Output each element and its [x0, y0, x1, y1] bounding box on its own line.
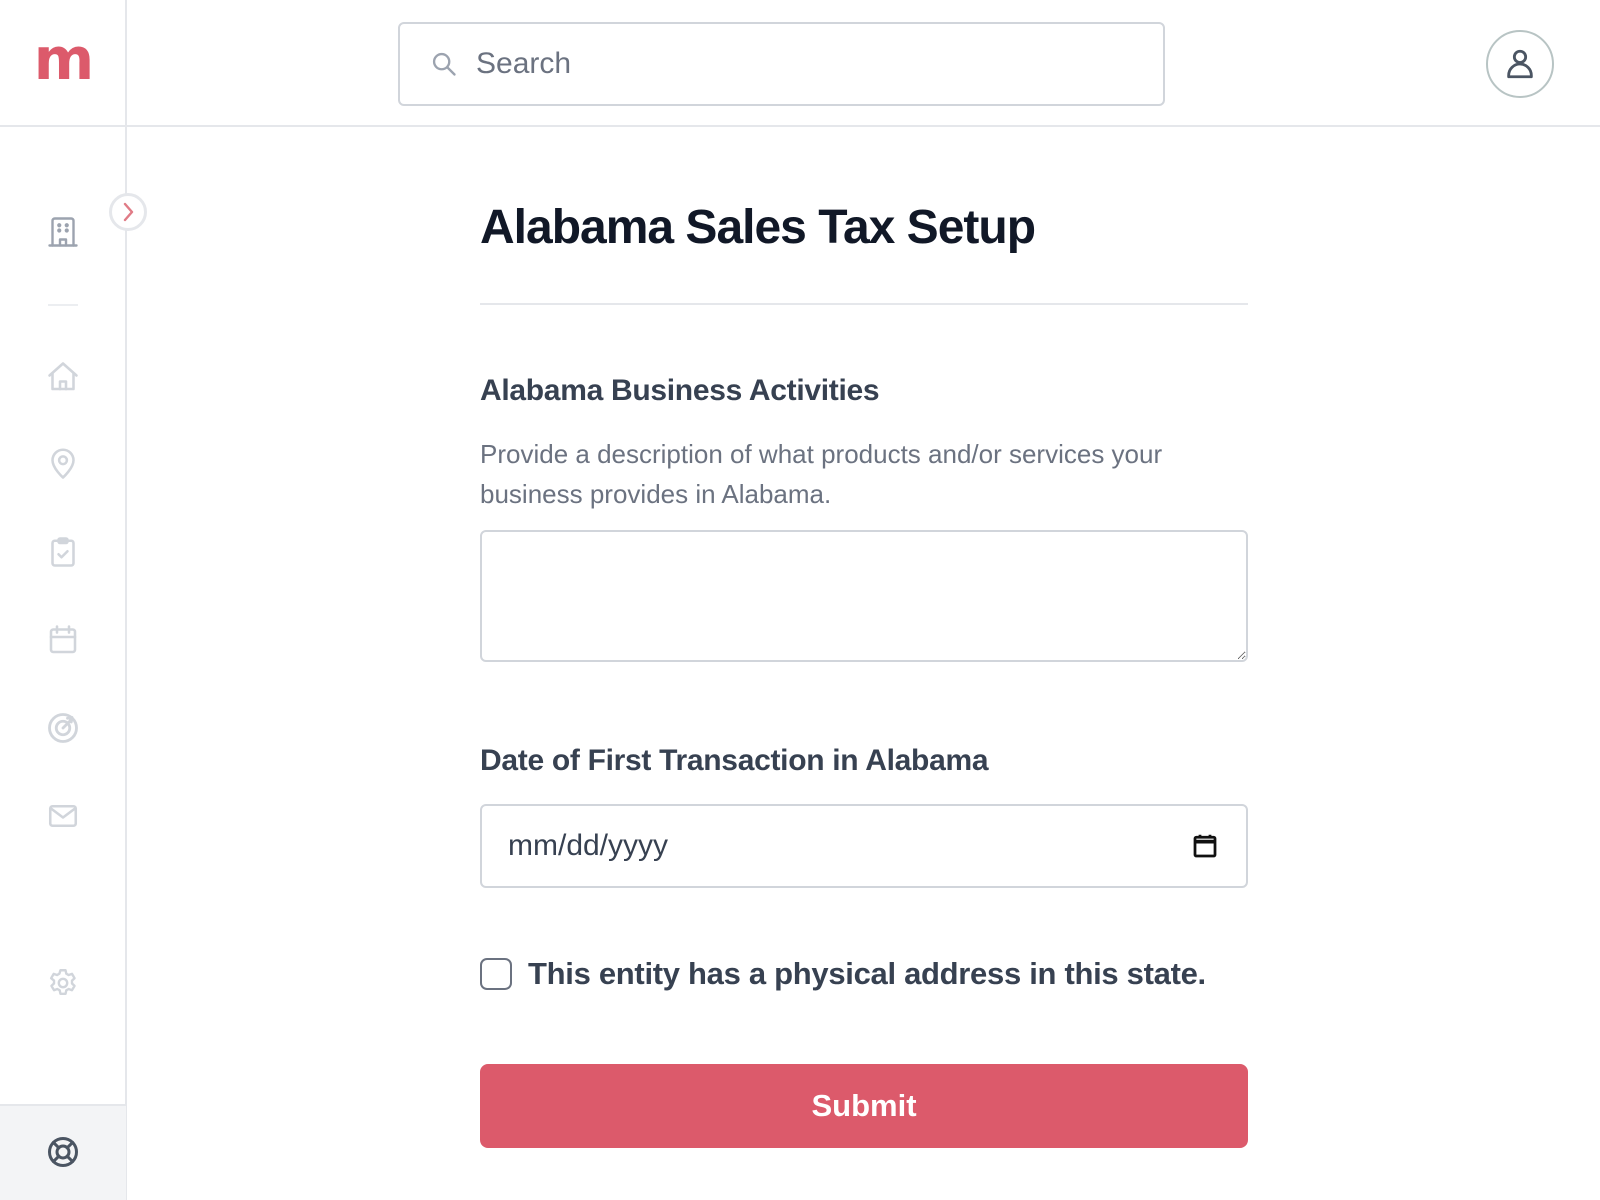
calendar-picker-icon[interactable]	[1190, 831, 1220, 861]
user-icon	[1507, 49, 1533, 79]
sidebar-item-messages[interactable]	[43, 796, 83, 836]
sidebar-item-home[interactable]	[43, 357, 83, 397]
map-pin-icon	[51, 448, 75, 479]
clipboard-check-icon	[51, 537, 75, 567]
sidebar-item-entity[interactable]	[43, 212, 83, 252]
search-icon	[432, 52, 456, 76]
first-transaction-date-label: Date of First Transaction in Alabama	[480, 744, 989, 777]
date-placeholder: mm/dd/yyyy	[508, 829, 669, 862]
business-activities-textarea[interactable]	[480, 530, 1248, 662]
sidebar-item-calendar[interactable]	[43, 620, 83, 660]
sidebar-item-locations[interactable]	[43, 444, 83, 484]
app-logo[interactable]: m	[0, 0, 126, 127]
sidebar-item-reports[interactable]	[43, 708, 83, 748]
mail-icon	[48, 804, 78, 828]
title-divider	[480, 303, 1248, 305]
sidebar: m	[0, 0, 127, 1200]
first-transaction-date-input[interactable]: mm/dd/yyyy	[480, 804, 1248, 888]
calendar-icon	[49, 625, 77, 654]
sidebar-expand-button[interactable]	[109, 193, 147, 231]
chevron-right-icon	[123, 202, 134, 222]
search-input[interactable]	[476, 47, 1126, 81]
search-bar[interactable]	[398, 22, 1165, 106]
submit-button[interactable]: Submit	[480, 1064, 1248, 1148]
physical-address-checkbox[interactable]	[480, 958, 512, 990]
help-section	[0, 1104, 126, 1200]
top-header	[127, 0, 1600, 127]
help-button[interactable]	[43, 1132, 83, 1172]
business-activities-help: Provide a description of what products a…	[480, 439, 1163, 509]
logo-text: m	[33, 24, 94, 93]
sidebar-item-tasks[interactable]	[43, 532, 83, 572]
page-title: Alabama Sales Tax Setup	[480, 201, 1036, 254]
sidebar-item-settings[interactable]	[43, 963, 83, 1003]
lifebuoy-icon	[48, 1137, 78, 1167]
target-icon	[48, 713, 78, 743]
sidebar-divider	[48, 304, 78, 306]
gear-icon	[49, 969, 76, 995]
physical-address-option[interactable]: This entity has a physical address in th…	[480, 956, 1206, 992]
home-icon	[48, 362, 78, 391]
account-button[interactable]	[1486, 30, 1554, 98]
building-icon	[48, 217, 78, 247]
physical-address-label: This entity has a physical address in th…	[528, 956, 1206, 991]
business-activities-label: Alabama Business Activities	[480, 374, 880, 407]
